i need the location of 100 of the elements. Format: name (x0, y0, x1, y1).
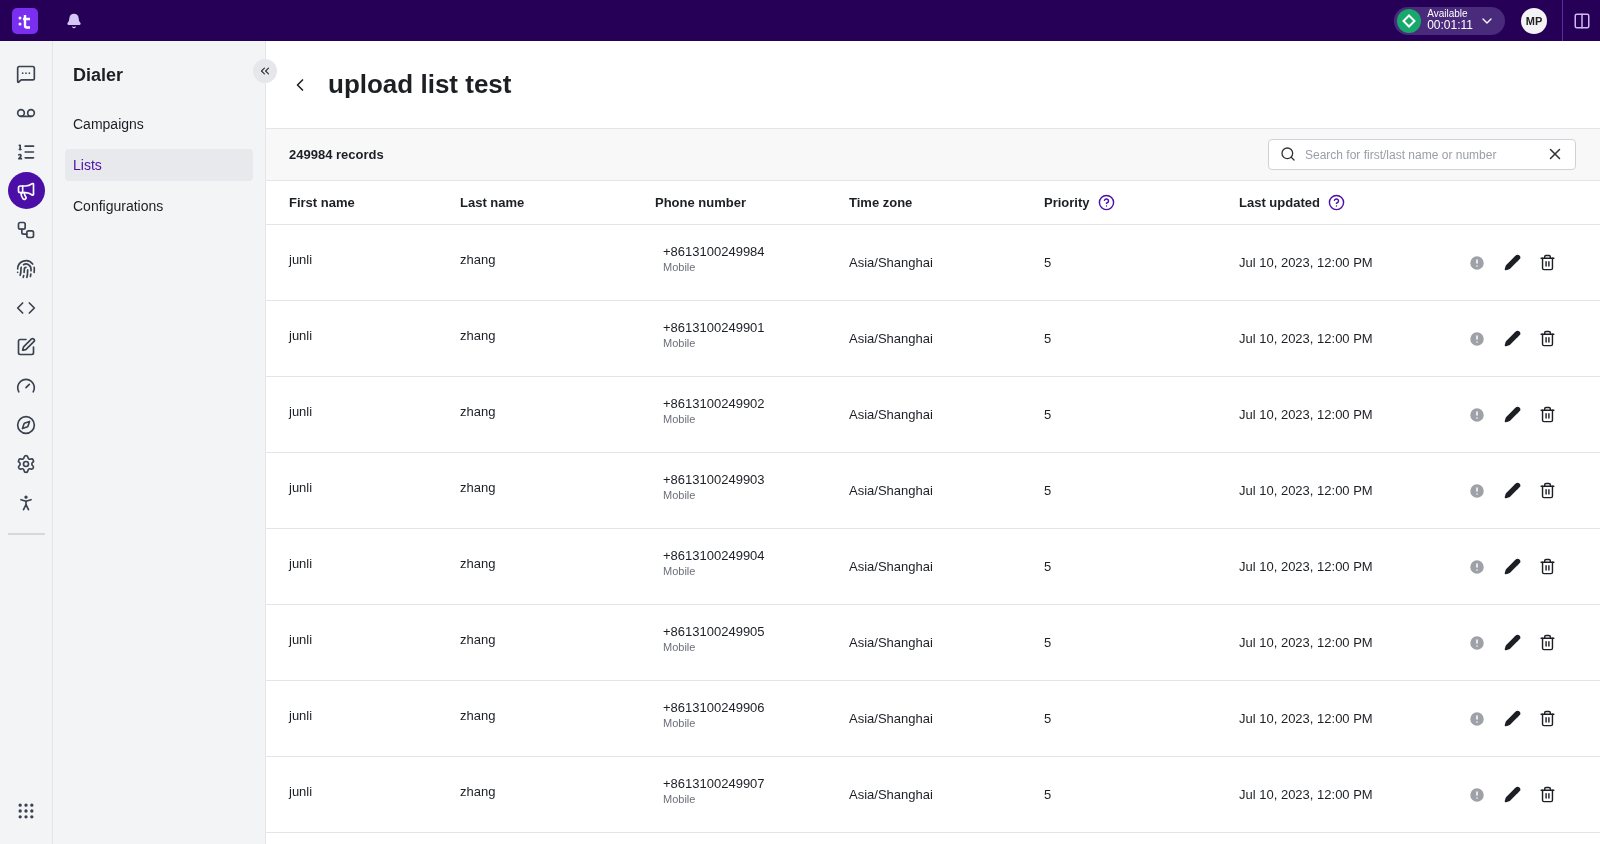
phone-type: Mobile (663, 793, 697, 805)
column-header: First name (289, 195, 355, 210)
phone-type: Mobile (663, 489, 697, 501)
megaphone-icon[interactable] (7, 172, 45, 209)
table-cell-text: zhang (460, 632, 497, 647)
table-cell-text: junli (289, 328, 314, 343)
phone-number: +8613100249903 (663, 472, 766, 487)
phone-number: +8613100249984 (663, 244, 766, 259)
status-label: Available (1427, 8, 1469, 20)
sidebar-item[interactable]: Lists (65, 149, 253, 181)
table-cell-text: zhang (460, 480, 497, 495)
table-cell-text: 5 (1044, 787, 1053, 802)
column-header: Phone number (655, 195, 746, 210)
table-cell-text: zhang (460, 404, 497, 419)
delete-icon[interactable] (1539, 406, 1556, 423)
delete-icon[interactable] (1539, 254, 1556, 271)
table-cell-text: junli (289, 784, 314, 799)
column-header: Last updated (1239, 195, 1320, 210)
edit-icon[interactable] (1504, 786, 1521, 803)
phone-type: Mobile (663, 261, 697, 273)
status-selector[interactable]: Available 00:01:11 (1394, 6, 1505, 35)
delete-icon[interactable] (1539, 634, 1556, 651)
phone-type: Mobile (663, 641, 697, 653)
phone-number: +8613100249905 (663, 624, 766, 639)
records-count: 249984 records (289, 147, 384, 162)
column-header: Time zone (849, 195, 913, 210)
notification-bell-icon[interactable] (66, 12, 82, 29)
edit-icon[interactable] (1504, 330, 1521, 347)
alert-icon[interactable] (1468, 557, 1486, 576)
sidebar-title: Dialer (72, 65, 125, 86)
help-icon[interactable] (1097, 194, 1115, 211)
table-cell-text: Asia/Shanghai (849, 483, 934, 498)
table-cell-text: zhang (460, 328, 497, 343)
column-header: Priority (1044, 195, 1090, 210)
table-cell-text: 5 (1044, 255, 1053, 270)
table-cell-text: 5 (1044, 635, 1053, 650)
table-cell-text: Jul 10, 2023, 12:00 PM (1239, 483, 1374, 498)
edit-icon[interactable] (1504, 254, 1521, 271)
phone-number: +8613100249901 (663, 320, 766, 335)
help-icon[interactable] (1327, 194, 1345, 211)
table-cell-text: 5 (1044, 483, 1053, 498)
delete-icon[interactable] (1539, 786, 1556, 803)
table-cell-text: Asia/Shanghai (849, 331, 934, 346)
delete-icon[interactable] (1539, 330, 1556, 347)
phone-number: +8613100249907 (663, 776, 766, 791)
table-cell-text: Jul 10, 2023, 12:00 PM (1239, 711, 1374, 726)
table-cell-text: Jul 10, 2023, 12:00 PM (1239, 787, 1374, 802)
page-title: upload list test (328, 69, 512, 100)
alert-icon[interactable] (1468, 633, 1486, 652)
table-cell-text: 5 (1044, 331, 1053, 346)
table-cell-text: 5 (1044, 711, 1053, 726)
table-cell-text: Jul 10, 2023, 12:00 PM (1239, 331, 1374, 346)
phone-type: Mobile (663, 717, 697, 729)
sidebar-item[interactable]: Campaigns (65, 108, 253, 140)
table-cell-text: junli (289, 480, 314, 495)
table-cell-text: junli (289, 708, 314, 723)
alert-icon[interactable] (1468, 405, 1486, 424)
table-cell-text: Asia/Shanghai (849, 559, 934, 574)
alert-icon[interactable] (1468, 785, 1486, 804)
table-cell-text: Jul 10, 2023, 12:00 PM (1239, 407, 1374, 422)
table-cell-text: junli (289, 632, 314, 647)
table-cell-text: junli (289, 556, 314, 571)
alert-icon[interactable] (1468, 709, 1486, 728)
table-cell-text: zhang (460, 784, 497, 799)
edit-icon[interactable] (1504, 482, 1521, 499)
table-cell-text: Jul 10, 2023, 12:00 PM (1239, 255, 1374, 270)
alert-icon[interactable] (1468, 253, 1486, 272)
alert-icon[interactable] (1468, 481, 1486, 500)
delete-icon[interactable] (1539, 710, 1556, 727)
search-field[interactable]: Search for first/last name or number (1268, 139, 1576, 170)
table-cell-text: zhang (460, 708, 497, 723)
edit-icon[interactable] (1504, 634, 1521, 651)
status-timer: 00:01:11 (1427, 19, 1473, 33)
phone-number: +8613100249904 (663, 548, 766, 563)
collapse-sidebar-icon[interactable] (253, 59, 277, 83)
user-avatar[interactable]: MP (1521, 7, 1547, 34)
phone-number: +8613100249906 (663, 700, 766, 715)
table-cell-text: Asia/Shanghai (849, 787, 934, 802)
edit-icon[interactable] (1504, 558, 1521, 575)
phone-type: Mobile (663, 413, 697, 425)
table-cell-text: Asia/Shanghai (849, 635, 934, 650)
table-cell-text: Jul 10, 2023, 12:00 PM (1239, 559, 1374, 574)
alert-icon[interactable] (1468, 329, 1486, 348)
phone-type: Mobile (663, 337, 697, 349)
table-cell-text: 5 (1044, 407, 1053, 422)
search-icon (1280, 146, 1296, 162)
column-header: Last name (460, 195, 525, 210)
sidebar-item[interactable]: Configurations (65, 190, 253, 222)
table-cell-text: Jul 10, 2023, 12:00 PM (1239, 635, 1374, 650)
edit-icon[interactable] (1504, 406, 1521, 423)
app-logo[interactable] (12, 7, 38, 34)
table-cell-text: zhang (460, 556, 497, 571)
table-cell-text: Asia/Shanghai (849, 407, 934, 422)
edit-icon[interactable] (1504, 710, 1521, 727)
table-cell-text: zhang (460, 252, 497, 267)
table-cell-text: junli (289, 252, 314, 267)
table-cell-text: 5 (1044, 559, 1053, 574)
delete-icon[interactable] (1539, 482, 1556, 499)
delete-icon[interactable] (1539, 558, 1556, 575)
phone-type: Mobile (663, 565, 697, 577)
